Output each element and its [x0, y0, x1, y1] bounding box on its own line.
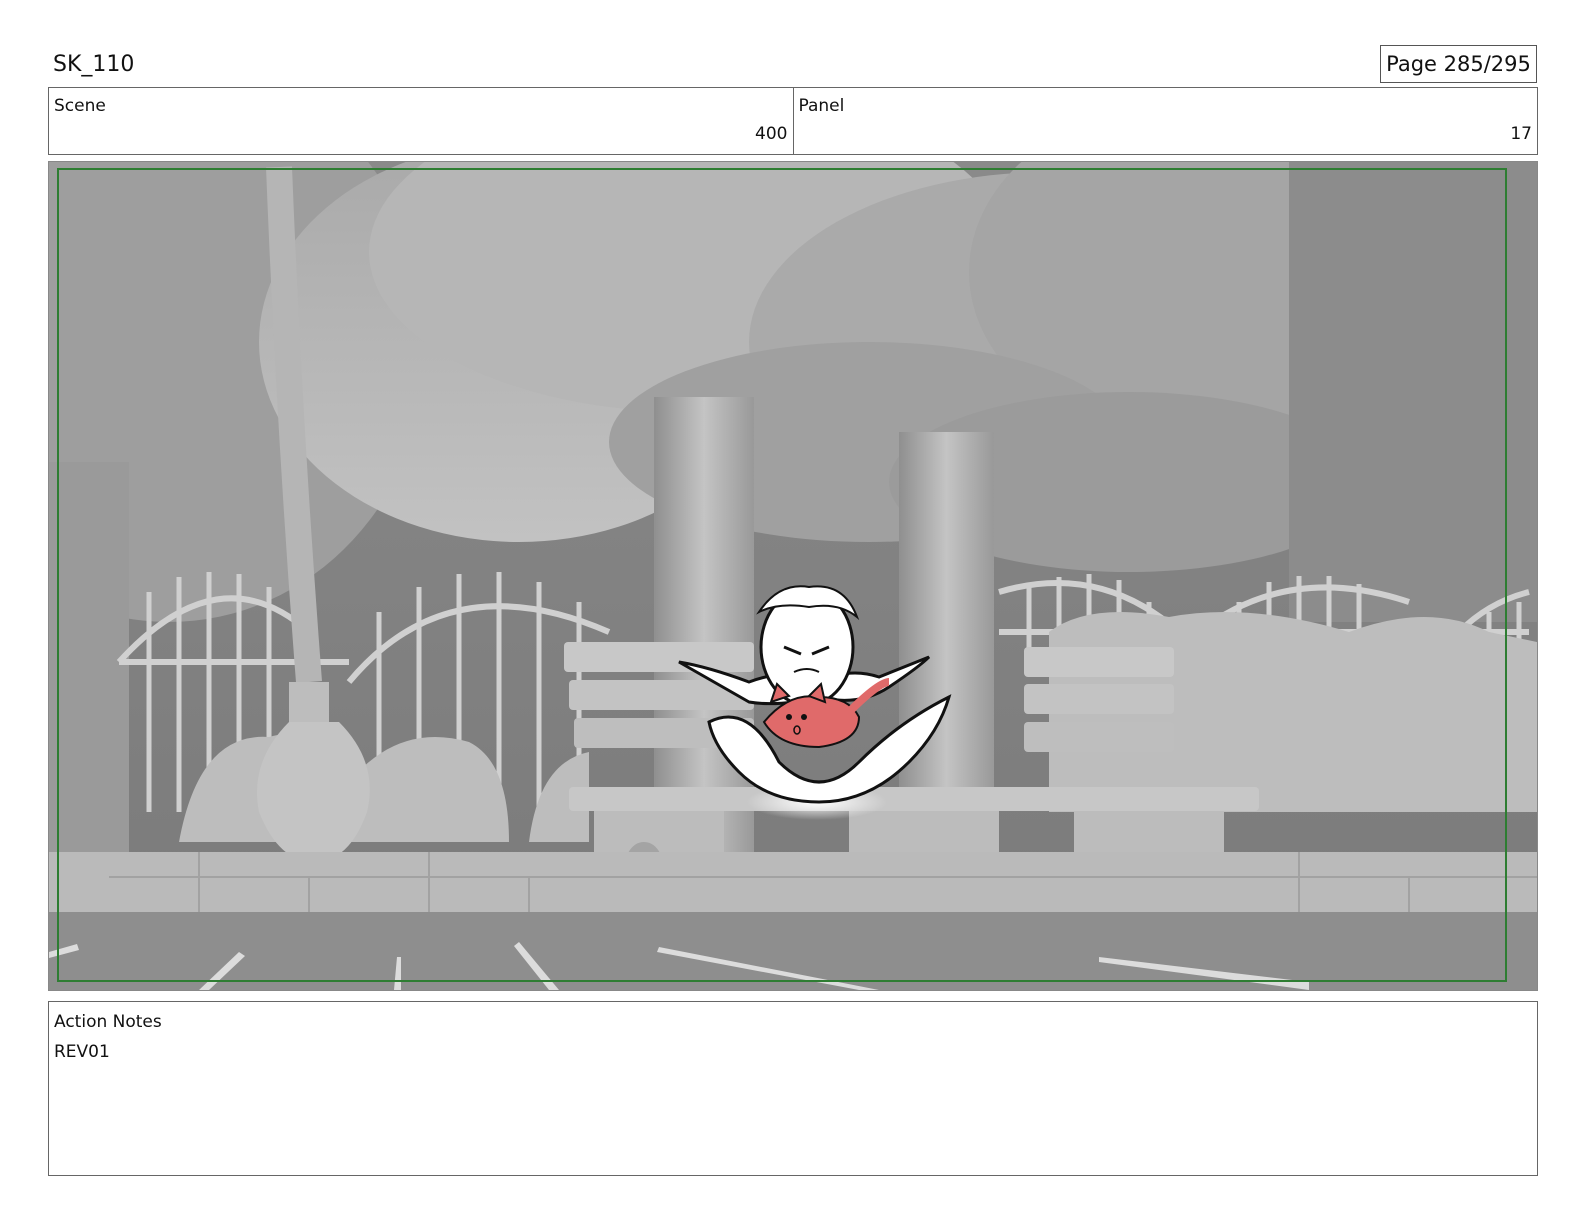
scene-value: 400 — [755, 124, 788, 144]
project-title: SK_110 — [53, 52, 135, 77]
page-number: Page 285/295 — [1380, 45, 1537, 83]
action-notes-label: Action Notes — [54, 1012, 162, 1032]
storyboard-panel — [48, 161, 1538, 991]
panel-artwork — [49, 162, 1537, 990]
action-notes-box: Action Notes REV01 — [48, 1001, 1538, 1176]
panel-label: Panel — [798, 96, 845, 116]
info-row: Scene 400 Panel 17 — [48, 87, 1538, 155]
panel-cell: Panel 17 — [792, 88, 1538, 154]
road — [49, 912, 1537, 990]
scene-label: Scene — [54, 96, 106, 116]
panel-value: 17 — [1510, 124, 1532, 144]
stone-wall — [49, 852, 1537, 912]
action-notes-text: REV01 — [54, 1042, 110, 1062]
scene-cell: Scene 400 — [49, 88, 793, 154]
